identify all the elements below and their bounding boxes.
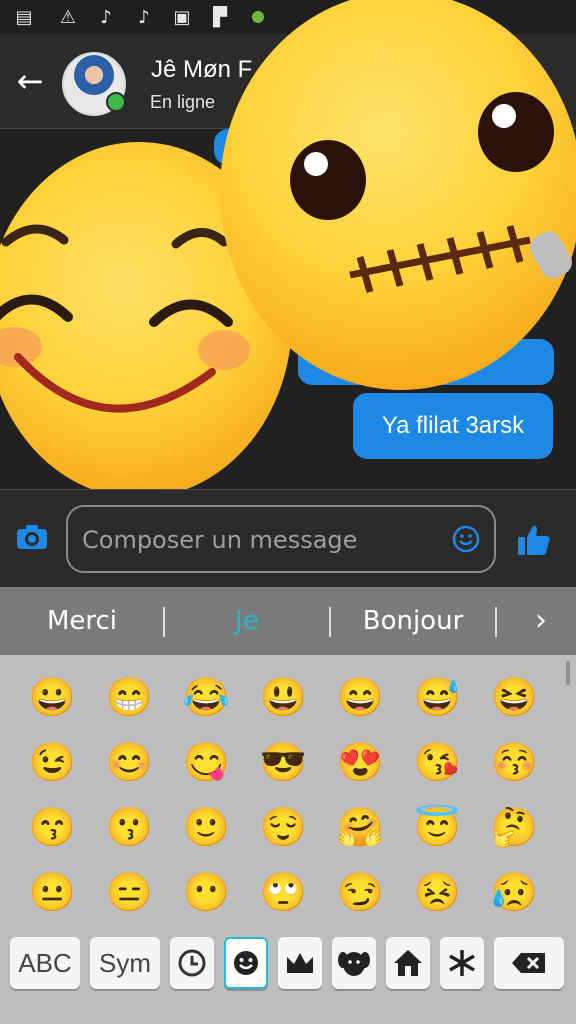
emoji-key[interactable]: 😌 bbox=[245, 795, 322, 860]
suggestion-bonjour[interactable]: Bonjour bbox=[331, 587, 495, 655]
recent-clock-icon bbox=[178, 949, 206, 977]
contact-status: En ligne bbox=[150, 92, 216, 112]
emoji-key[interactable]: 😄 bbox=[322, 665, 399, 730]
emoji-key[interactable]: 😁 bbox=[91, 665, 168, 730]
suggestion-merci[interactable]: Merci bbox=[0, 587, 164, 655]
emoji-key[interactable]: 😆 bbox=[476, 665, 553, 730]
emoji-key[interactable]: 😏 bbox=[322, 860, 399, 925]
emoji-key[interactable]: 😍 bbox=[322, 730, 399, 795]
suggestion-bar: Merci Je Bonjour › bbox=[0, 587, 576, 655]
scrollbar[interactable] bbox=[566, 661, 570, 685]
message-input[interactable] bbox=[80, 521, 444, 559]
emoji-key[interactable]: 😘 bbox=[399, 730, 476, 795]
emoji-key[interactable]: 😗 bbox=[91, 795, 168, 860]
emoji-keyboard: 😀 😁 😂 😃 😄 😅 😆 😉 😊 😋 😎 😍 😘 😚 😙 😗 🙂 😌 🤗 😇 … bbox=[0, 655, 576, 1024]
asterisk-category-key[interactable] bbox=[440, 937, 484, 989]
emoji-key[interactable]: 😙 bbox=[14, 795, 91, 860]
emoji-key[interactable]: 😉 bbox=[14, 730, 91, 795]
backspace-icon bbox=[512, 953, 545, 973]
emoji-grid: 😀 😁 😂 😃 😄 😅 😆 😉 😊 😋 😎 😍 😘 😚 😙 😗 🙂 😌 🤗 😇 … bbox=[14, 665, 554, 927]
smiley-category-key[interactable] bbox=[224, 937, 268, 989]
emoji-key[interactable]: 🙂 bbox=[168, 795, 245, 860]
emoji-key[interactable]: 😊 bbox=[91, 730, 168, 795]
sym-key[interactable]: Sym bbox=[90, 937, 160, 989]
emoji-key[interactable]: 🙄 bbox=[245, 860, 322, 925]
emoji-key[interactable]: 😣 bbox=[399, 860, 476, 925]
emoji-key[interactable]: 😚 bbox=[476, 730, 553, 795]
dog-category-key[interactable] bbox=[332, 937, 376, 989]
warning-icon: ⚠ bbox=[59, 6, 77, 28]
dog-icon bbox=[338, 952, 370, 976]
house-category-key[interactable] bbox=[386, 937, 430, 989]
composer-bar bbox=[0, 489, 576, 588]
crown-category-key[interactable] bbox=[278, 937, 322, 989]
emoji-key[interactable]: 😎 bbox=[245, 730, 322, 795]
recent-clock-key[interactable] bbox=[170, 937, 214, 989]
emoji-key[interactable]: 😂 bbox=[168, 665, 245, 730]
message-input-container[interactable] bbox=[66, 505, 496, 573]
keyboard-bottom-row: ABC Sym bbox=[0, 937, 576, 991]
smiley-icon bbox=[234, 951, 258, 975]
asterisk-icon bbox=[449, 950, 475, 976]
image-icon: ▣ bbox=[173, 6, 191, 28]
emoji-key[interactable]: 😋 bbox=[168, 730, 245, 795]
backspace-key[interactable] bbox=[494, 937, 564, 989]
thumbs-up-icon[interactable] bbox=[517, 524, 551, 556]
emoji-key[interactable]: 😑 bbox=[91, 860, 168, 925]
emoji-key[interactable]: 😥 bbox=[476, 860, 553, 925]
message-icon: ▤ bbox=[15, 6, 33, 28]
emoji-key[interactable]: 😐 bbox=[14, 860, 91, 925]
emoji-key[interactable]: 😇 bbox=[399, 795, 476, 860]
message-text: Ya flilat 3arsk bbox=[381, 412, 525, 439]
emoji-key[interactable]: 😅 bbox=[399, 665, 476, 730]
message-bubble: Ya flilat 3arsk bbox=[353, 393, 553, 459]
tiktok-icon: ♪ bbox=[138, 6, 150, 28]
house-icon bbox=[394, 950, 422, 976]
tiktok-icon: ♪ bbox=[100, 6, 112, 28]
suggestion-je[interactable]: Je bbox=[165, 587, 329, 655]
zipper-mouth-emoji bbox=[220, 0, 576, 390]
online-status-icon bbox=[106, 92, 126, 112]
emoji-key[interactable]: 🤔 bbox=[476, 795, 553, 860]
zipper-mouth-drawing bbox=[290, 92, 572, 293]
camera-icon[interactable] bbox=[16, 524, 48, 550]
back-arrow-icon[interactable]: ← bbox=[12, 64, 48, 100]
crown-icon bbox=[287, 953, 313, 973]
smiley-icon[interactable] bbox=[452, 525, 480, 553]
abc-key[interactable]: ABC bbox=[10, 937, 80, 989]
emoji-key[interactable]: 😃 bbox=[245, 665, 322, 730]
emoji-key[interactable]: 😀 bbox=[14, 665, 91, 730]
emoji-key[interactable]: 🤗 bbox=[322, 795, 399, 860]
chevron-right-icon[interactable]: › bbox=[524, 603, 558, 639]
emoji-key[interactable]: 😶 bbox=[168, 860, 245, 925]
avatar[interactable] bbox=[62, 52, 126, 116]
divider bbox=[495, 607, 497, 637]
